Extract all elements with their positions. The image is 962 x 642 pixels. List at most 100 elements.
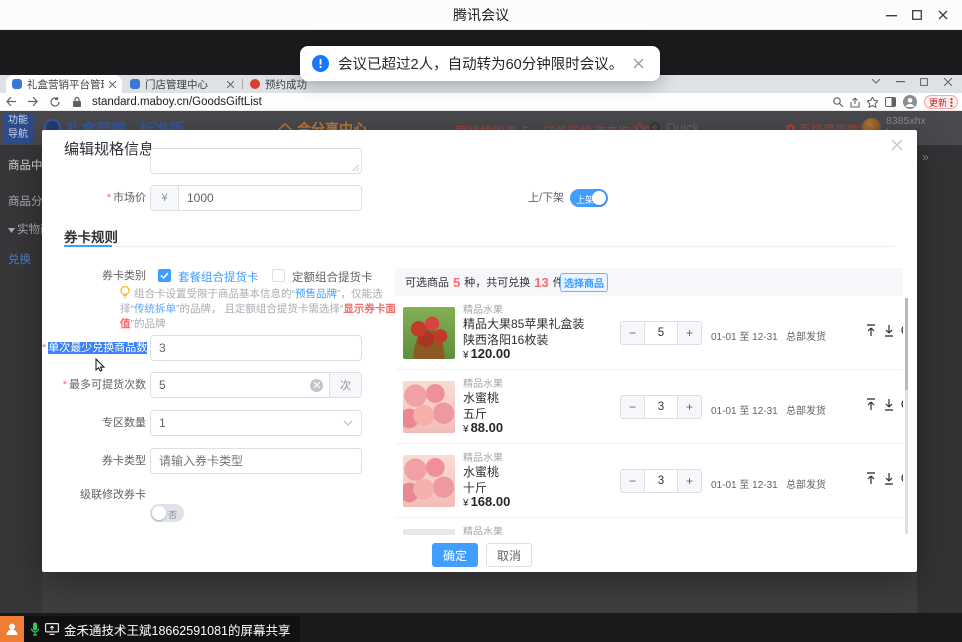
profile-avatar-icon[interactable] bbox=[903, 95, 917, 109]
meeting-notification: 会议已超过2人，自动转为60分钟限时会议。 bbox=[300, 46, 660, 81]
checkbox-fixed-card[interactable] bbox=[272, 269, 285, 282]
quantity-stepper[interactable]: − 3 + bbox=[620, 395, 702, 419]
nav-toggle-line1: 功能 bbox=[3, 114, 33, 128]
max-pick-input[interactable] bbox=[151, 378, 310, 392]
zoom-search-icon[interactable] bbox=[833, 97, 843, 107]
chrome-close-icon[interactable] bbox=[936, 77, 960, 86]
stepper-value[interactable]: 5 bbox=[644, 322, 678, 344]
stepper-plus-button[interactable]: + bbox=[678, 322, 701, 344]
max-pick-field[interactable]: 次 bbox=[150, 372, 362, 398]
card-kind-field[interactable] bbox=[150, 448, 362, 474]
tab-store-admin[interactable]: 门店管理中心 bbox=[124, 75, 240, 93]
chrome-window-controls[interactable] bbox=[864, 77, 960, 86]
browser-addressbar: standard.maboy.cn/GoodsGiftList bbox=[0, 93, 962, 111]
tab-close-icon[interactable] bbox=[227, 81, 234, 88]
stepper-plus-button[interactable]: + bbox=[678, 396, 701, 418]
market-price-field[interactable]: ¥ bbox=[150, 185, 362, 211]
share-icon[interactable] bbox=[850, 97, 860, 108]
products-list: 精品水果 精品大果85苹果礼盒装 陕西洛阳16枚装 ¥120.00 − 5 + … bbox=[395, 296, 903, 535]
quantity-stepper[interactable]: − 5 + bbox=[620, 321, 702, 345]
meeting-window: 腾讯会议 礼盒营销平台管理中心 门店管理中心 预约成功 standard.mab… bbox=[0, 0, 962, 642]
maximize-icon[interactable] bbox=[904, 0, 930, 30]
product-row-partial: 精品水果 bbox=[395, 518, 903, 535]
close-icon[interactable] bbox=[930, 0, 956, 30]
product-delivery: 总部发货 bbox=[786, 328, 826, 343]
currency-prefix: ¥ bbox=[151, 186, 179, 210]
tab-label: 门店管理中心 bbox=[145, 77, 222, 92]
sidebar-item-physical-goods[interactable]: 实物商 bbox=[8, 221, 42, 237]
quantity-stepper[interactable]: − 3 + bbox=[620, 469, 702, 493]
move-to-top-icon[interactable] bbox=[865, 398, 877, 411]
reload-icon[interactable] bbox=[44, 97, 66, 107]
move-to-bottom-icon[interactable] bbox=[883, 324, 895, 337]
tab-favicon bbox=[250, 79, 260, 89]
tab-gift-admin[interactable]: 礼盒营销平台管理中心 bbox=[6, 75, 122, 93]
collapse-chevrons[interactable]: » bbox=[922, 150, 929, 164]
clock-icon[interactable] bbox=[901, 472, 903, 485]
stepper-plus-button[interactable]: + bbox=[678, 470, 701, 492]
toggle-knob bbox=[152, 506, 166, 520]
meeting-title: 腾讯会议 bbox=[0, 0, 962, 30]
move-to-top-icon[interactable] bbox=[865, 472, 877, 485]
sharing-user-icon[interactable] bbox=[0, 616, 24, 642]
spec-textarea[interactable] bbox=[150, 148, 362, 174]
checkbox-combo-card[interactable] bbox=[158, 269, 171, 282]
row-actions bbox=[859, 472, 903, 485]
tab-favicon bbox=[12, 79, 22, 89]
sidebar-item-goods-center[interactable]: 商品中 bbox=[8, 157, 42, 173]
product-price: ¥88.00 bbox=[463, 420, 503, 435]
checkbox-combo-card-label[interactable]: 套餐组合提货卡 bbox=[178, 269, 259, 285]
stepper-minus-button[interactable]: − bbox=[621, 470, 644, 492]
chrome-menu-chevron-icon[interactable] bbox=[864, 77, 888, 86]
sidebar-item-goods-category[interactable]: 商品分 bbox=[8, 193, 42, 209]
shelf-toggle[interactable]: 上架 bbox=[570, 189, 608, 207]
stepper-value[interactable]: 3 bbox=[644, 396, 678, 418]
min-exchange-field[interactable] bbox=[150, 335, 362, 361]
stepper-minus-button[interactable]: − bbox=[621, 396, 644, 418]
panel-scrollbar-thumb[interactable] bbox=[905, 298, 908, 390]
product-image bbox=[403, 307, 455, 359]
chrome-minimize-icon[interactable] bbox=[888, 77, 912, 86]
notification-close-icon[interactable] bbox=[633, 58, 644, 69]
clock-icon[interactable] bbox=[901, 398, 903, 411]
modal-close-icon[interactable] bbox=[891, 139, 903, 151]
bookmark-star-icon[interactable] bbox=[867, 97, 878, 108]
stepper-value[interactable]: 3 bbox=[644, 470, 678, 492]
hint-traditional-split: 传统拆单 bbox=[134, 303, 176, 315]
url-text[interactable]: standard.maboy.cn/GoodsGiftList bbox=[92, 96, 262, 108]
sidebar-item-label: 实物商 bbox=[17, 224, 42, 236]
tab-close-icon[interactable] bbox=[109, 81, 116, 88]
back-icon[interactable] bbox=[0, 97, 22, 106]
minimize-icon[interactable] bbox=[878, 0, 904, 30]
resize-handle[interactable] bbox=[352, 164, 359, 171]
checkbox-fixed-card-label[interactable]: 定额组合提货卡 bbox=[292, 269, 373, 285]
move-to-top-icon[interactable] bbox=[865, 324, 877, 337]
sidebar-item-exchange[interactable]: 兑换 bbox=[8, 251, 31, 267]
chevron-down-icon bbox=[343, 420, 353, 426]
min-exchange-input[interactable] bbox=[151, 341, 361, 355]
move-to-bottom-icon[interactable] bbox=[883, 398, 895, 411]
move-to-bottom-icon[interactable] bbox=[883, 472, 895, 485]
cascade-toggle[interactable]: 否 bbox=[150, 504, 184, 522]
side-panel-icon[interactable] bbox=[885, 97, 896, 107]
cascade-label: 级联修改券卡 bbox=[42, 486, 146, 504]
chrome-update-button[interactable]: 更新 bbox=[924, 95, 958, 109]
screen-share-bar[interactable]: 金禾通技术王斌18662591081的屏幕共享 bbox=[24, 616, 300, 642]
forward-icon[interactable] bbox=[22, 97, 44, 106]
product-price: ¥168.00 bbox=[463, 494, 510, 509]
stepper-minus-button[interactable]: − bbox=[621, 322, 644, 344]
zone-count-select[interactable]: 1 bbox=[150, 410, 362, 436]
card-kind-input[interactable] bbox=[151, 454, 361, 468]
nav-toggle[interactable]: 功能 导航 bbox=[3, 113, 33, 143]
clock-icon[interactable] bbox=[901, 324, 903, 337]
cancel-button[interactable]: 取消 bbox=[486, 543, 532, 567]
confirm-button[interactable]: 确定 bbox=[432, 543, 478, 567]
selected-label-text: 单次最少兑换商品数 bbox=[48, 342, 147, 354]
chrome-maximize-icon[interactable] bbox=[912, 77, 936, 86]
product-category: 精品水果 bbox=[463, 375, 503, 390]
market-price-input[interactable] bbox=[179, 191, 361, 205]
collapsed-panel bbox=[917, 145, 962, 613]
card-kind-label: 券卡类型 bbox=[42, 448, 146, 474]
clear-icon[interactable] bbox=[310, 379, 323, 392]
select-products-button[interactable]: 选择商品 bbox=[560, 273, 608, 292]
